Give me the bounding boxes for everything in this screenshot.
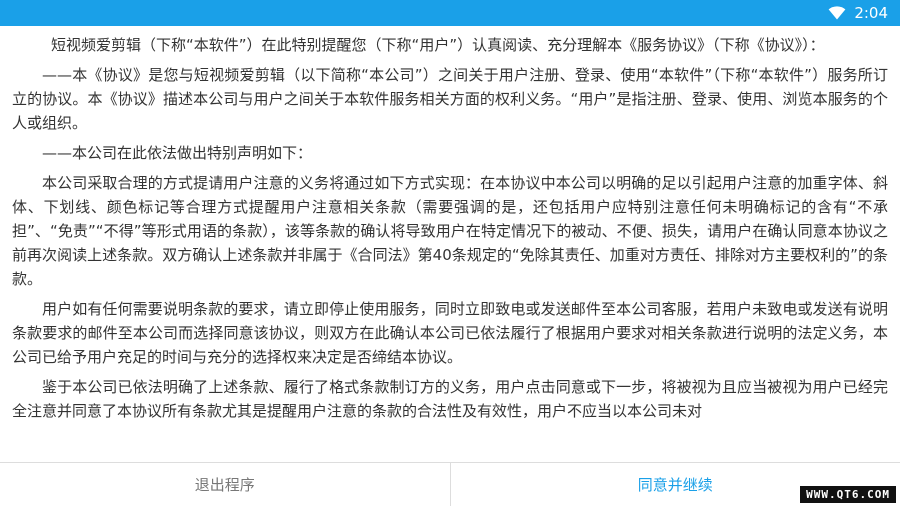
agreement-paragraph-consent: 鉴于本公司已依法明确了上述条款、履行了格式条款制订方的义务，用户点击同意或下一步… (12, 378, 888, 420)
status-icons: 2:04 (828, 3, 888, 23)
agreement-paragraph-intro: 短视频爱剪辑（下称“本软件”）在此特别提醒您（下称“用户”）认真阅读、充分理解本… (51, 36, 825, 54)
agreement-paragraph-declaration: ——本公司在此依法做出特别声明如下： (42, 144, 313, 162)
bottom-action-bar: 退出程序 同意并继续 (0, 462, 900, 506)
agreement-content[interactable]: 短视频爱剪辑（下称“本软件”）在此特别提醒您（下称“用户”）认真阅读、充分理解本… (0, 26, 900, 462)
agreement-paragraph-notice: 本公司采取合理的方式提请用户注意的义务将通过如下方式实现：在本协议中本公司以明确… (12, 174, 888, 288)
agreement-paragraph-definition: ——本《协议》是您与短视频爱剪辑（以下简称“本公司”）之间关于用户注册、登录、使… (12, 66, 888, 132)
wifi-icon (828, 6, 846, 20)
site-watermark: WWW.QT6.COM (800, 486, 896, 503)
agreement-paragraph-explanation: 用户如有任何需要说明条款的要求，请立即停止使用服务，同时立即致电或发送邮件至本公… (12, 300, 888, 366)
status-time: 2:04 (854, 4, 888, 22)
exit-button[interactable]: 退出程序 (0, 463, 451, 506)
status-bar: 2:04 (0, 0, 900, 26)
